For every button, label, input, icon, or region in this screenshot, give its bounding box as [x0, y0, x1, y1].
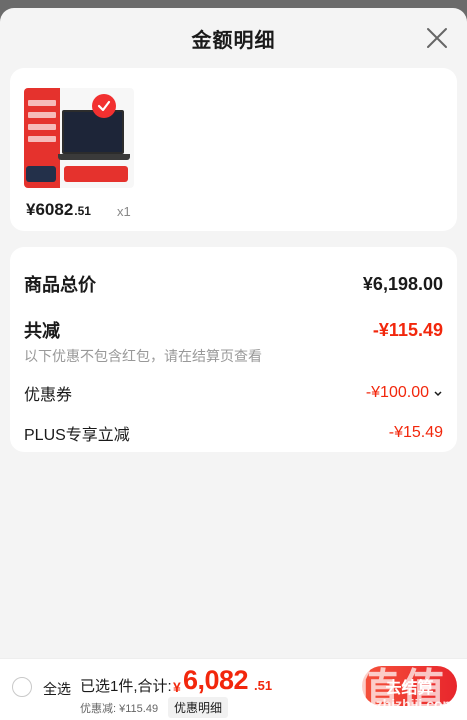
product-image-line [28, 100, 56, 106]
bag-image [26, 166, 56, 182]
coupon-label: 优惠券 [24, 387, 73, 404]
product-image[interactable] [24, 88, 134, 188]
product-price-decimal: .51 [74, 204, 91, 218]
sheet-title: 金额明细 [191, 30, 276, 52]
selected-count-text: 已选1件,合计: [80, 678, 172, 695]
total-currency-symbol: ¥ [173, 679, 181, 695]
product-image-line [28, 136, 56, 142]
total-amount-integer: 6,082 [183, 665, 249, 695]
reduction-note: 以下优惠不包含红包，请在结算页查看 [24, 348, 262, 364]
reduction-label: 共减 [24, 321, 60, 341]
checkout-button[interactable]: 去结算 [362, 666, 457, 706]
bottom-bar: 全选 已选1件,合计: ¥ 6,082 .51 优惠减: ¥115.49 优惠明… [0, 658, 467, 720]
plus-label: PLUS专享立减 [24, 427, 130, 444]
close-icon[interactable] [425, 26, 449, 50]
watermark-char: 值 [309, 666, 353, 715]
total-amount-decimal: .51 [254, 678, 273, 693]
discount-summary: 优惠减: ¥115.49 [80, 703, 159, 715]
coupon-value-wrap: -¥100.00 [366, 384, 443, 402]
chevron-down-icon[interactable] [433, 388, 443, 398]
product-card: ¥6082 .51 x1 [10, 68, 457, 231]
product-price-main: ¥6082 [26, 200, 74, 219]
promo-badge-image [64, 166, 128, 182]
goods-total-label: 商品总价 [24, 275, 96, 295]
plus-value: -¥15.49 [388, 424, 443, 441]
laptop-base-image [58, 154, 130, 160]
amount-detail-sheet: 金额明细 ¥6082 .51 x1 商品总价 ¥6,198.00 共减 -¥11… [0, 8, 467, 720]
goods-total-row: 商品总价 ¥6,198.00 [24, 271, 443, 297]
plus-row: PLUS专享立减 -¥15.49 [24, 421, 443, 445]
reduction-row: 共减 -¥115.49 [24, 317, 443, 343]
price-detail-card: 商品总价 ¥6,198.00 共减 -¥115.49 以下优惠不包含红包，请在结… [10, 247, 457, 452]
product-image-line [28, 124, 56, 130]
laptop-image [62, 110, 124, 154]
coupon-row[interactable]: 优惠券 -¥100.00 [24, 381, 443, 405]
product-quantity: x1 [117, 204, 131, 219]
select-all-label[interactable]: 全选 [43, 679, 71, 699]
check-icon[interactable] [92, 94, 116, 118]
product-price: ¥6082 .51 [26, 200, 91, 220]
radio-unchecked-icon[interactable] [12, 677, 32, 697]
goods-total-value: ¥6,198.00 [362, 273, 443, 294]
product-image-line [28, 112, 56, 118]
reduction-value: -¥115.49 [372, 319, 443, 340]
sheet-header: 金额明细 [0, 8, 467, 70]
discount-detail-link[interactable]: 优惠明细 [168, 697, 229, 718]
coupon-value: -¥100.00 [365, 384, 429, 401]
